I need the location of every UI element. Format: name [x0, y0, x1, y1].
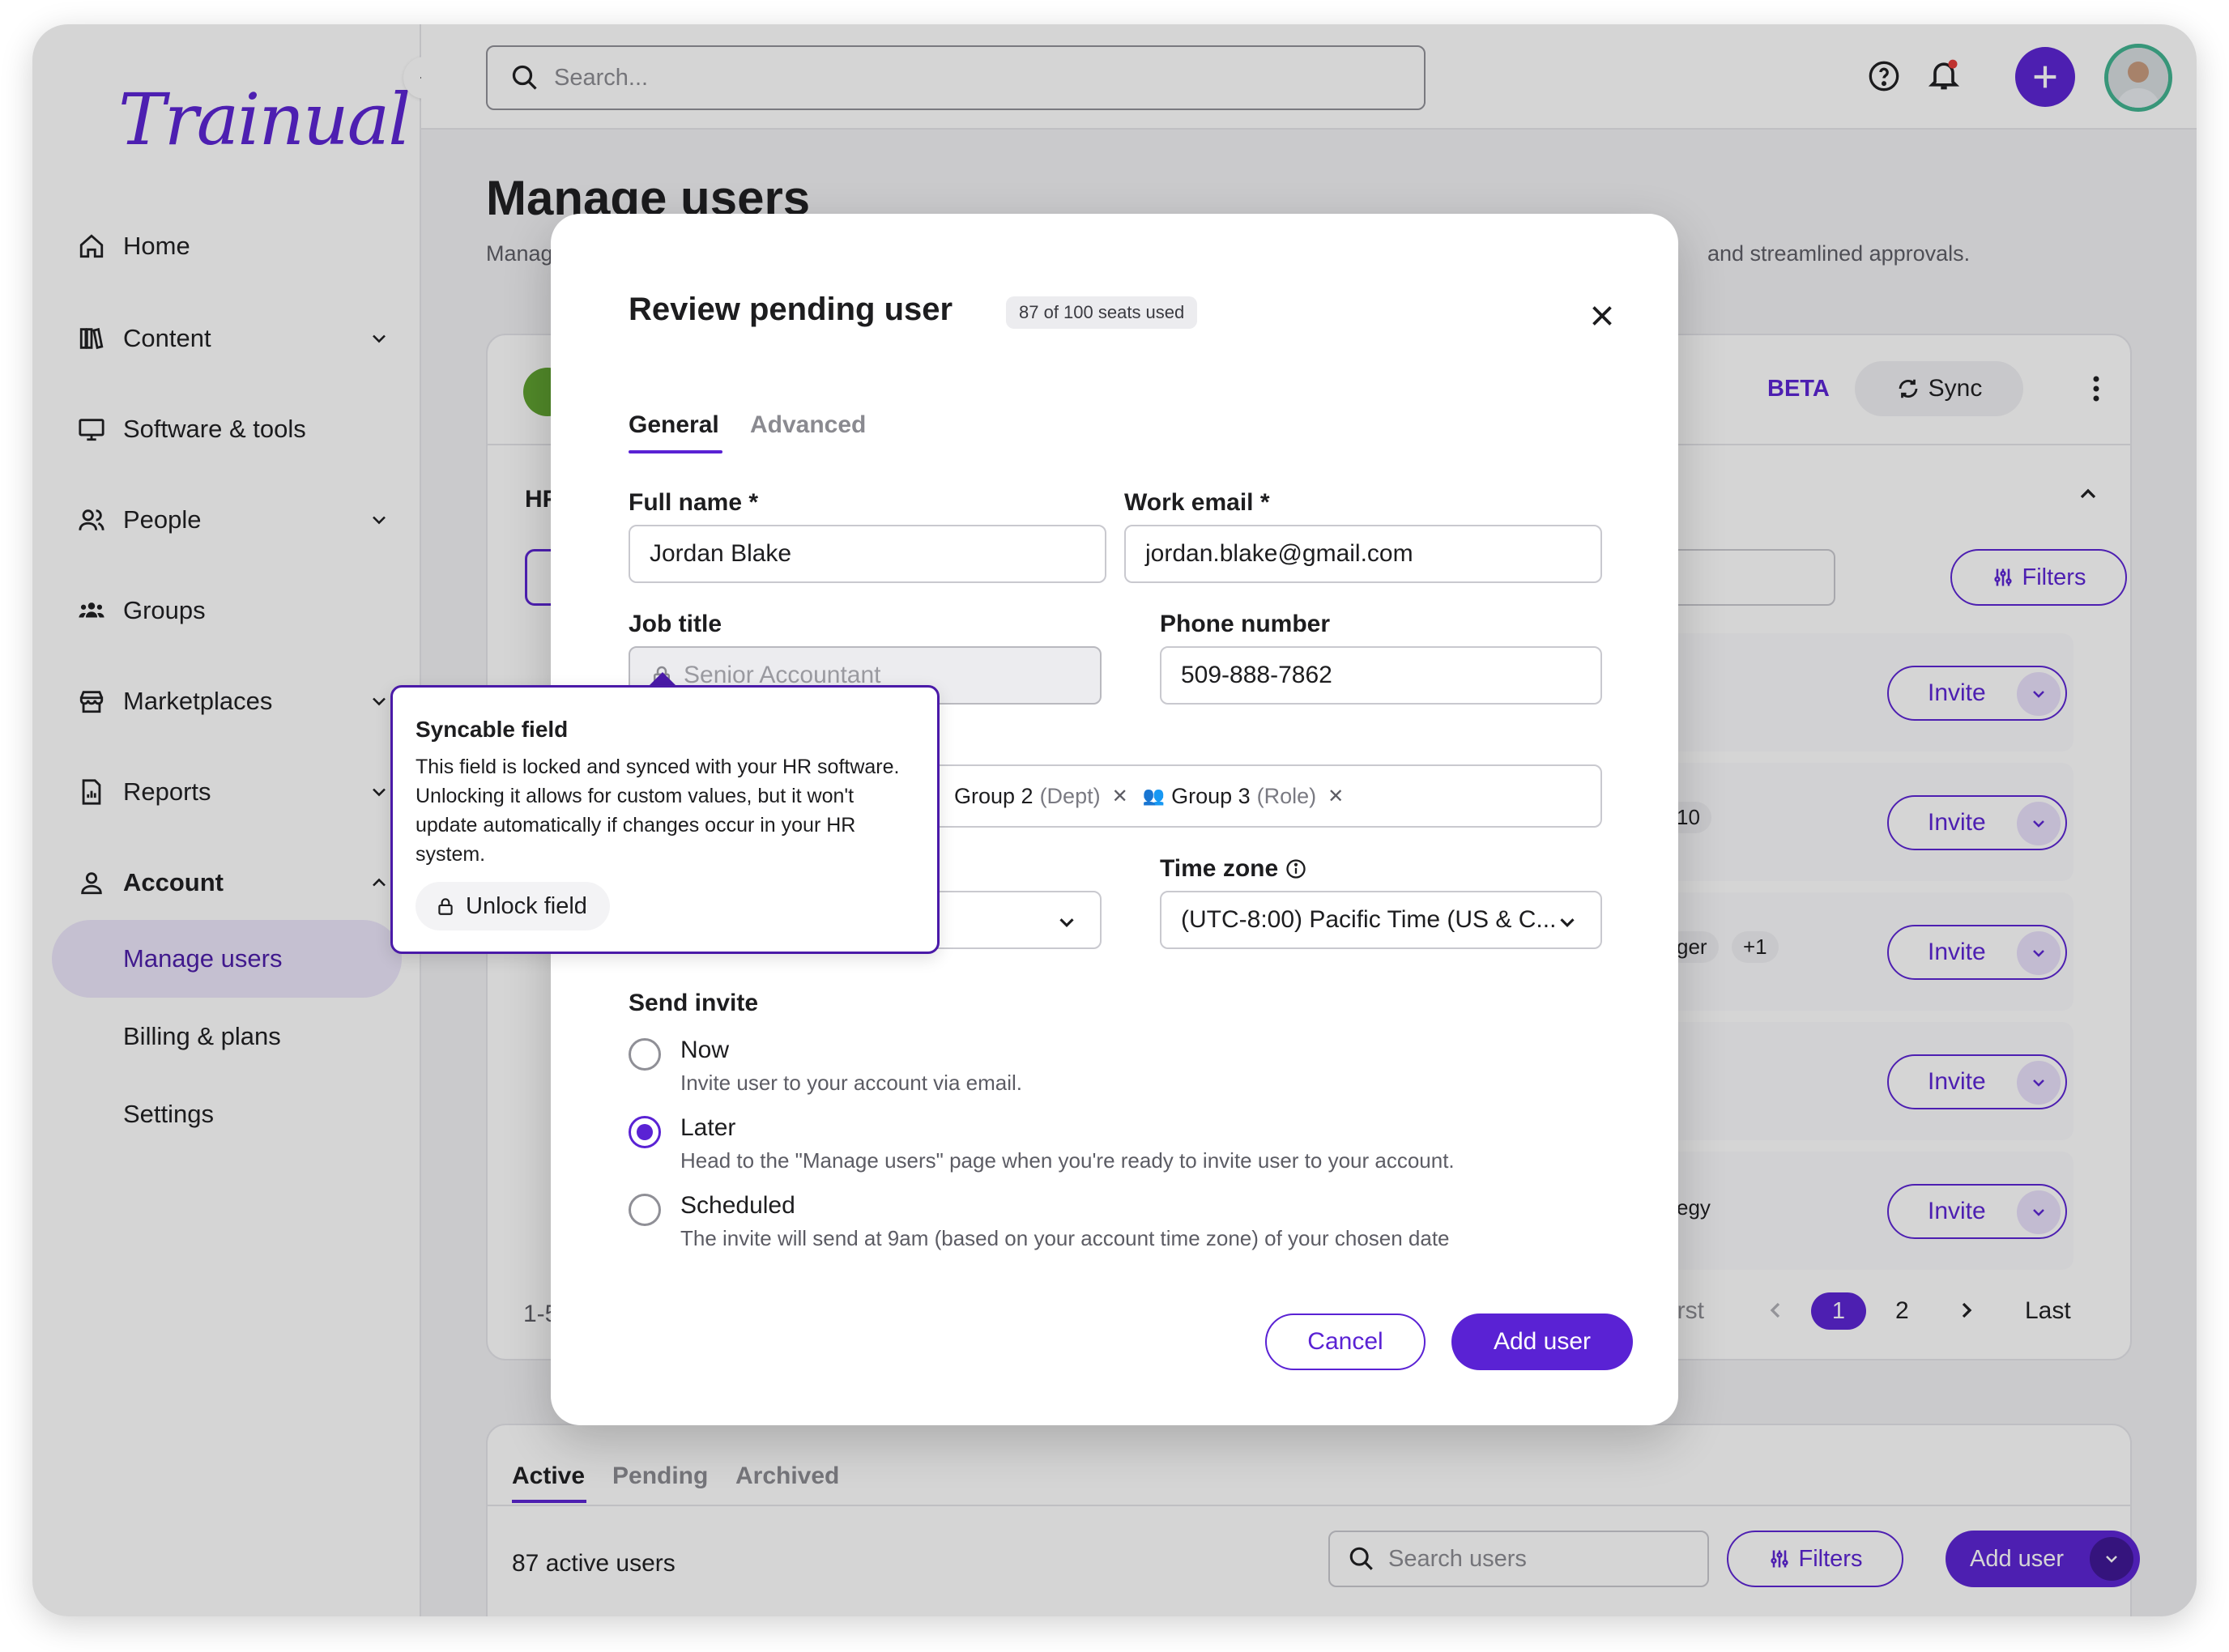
group-icon: 👥: [1142, 786, 1166, 806]
phone-field[interactable]: 509-888-7862: [1160, 646, 1602, 705]
chevron-down-icon[interactable]: [1055, 910, 1079, 941]
radio-scheduled-label[interactable]: Scheduled: [680, 1192, 795, 1220]
timezone-value: (UTC-8:00) Pacific Time (US & C...: [1181, 906, 1557, 933]
popover-body: This field is locked and synced with you…: [416, 756, 900, 866]
modal-title: Review pending user: [629, 292, 953, 327]
info-icon: [1286, 859, 1306, 879]
full-name-label: Full name *: [629, 489, 759, 516]
tab-underline: [629, 450, 722, 453]
add-user-button[interactable]: Add user: [1451, 1314, 1633, 1370]
label-text: Time zone: [1160, 855, 1279, 882]
unlock-field-button[interactable]: Unlock field: [416, 882, 610, 930]
unlock-label: Unlock field: [466, 892, 587, 919]
send-invite-label: Send invite: [629, 990, 759, 1016]
radio-scheduled-desc: The invite will send at 9am (based on yo…: [680, 1226, 1450, 1250]
work-email-label: Work email *: [1124, 489, 1270, 516]
cancel-button[interactable]: Cancel: [1265, 1314, 1426, 1370]
radio-now-label[interactable]: Now: [680, 1037, 729, 1064]
group-chip: 👥 Group 3 (Role) ✕: [1143, 784, 1345, 809]
tab-general[interactable]: General: [629, 411, 719, 439]
close-icon[interactable]: [1588, 301, 1617, 334]
radio-now-desc: Invite user to your account via email.: [680, 1071, 1022, 1095]
lock-icon: [438, 898, 453, 915]
phone-label: Phone number: [1160, 611, 1331, 637]
radio-now[interactable]: [629, 1038, 661, 1071]
radio-later[interactable]: [629, 1116, 661, 1148]
label-text: Full name: [629, 489, 743, 516]
full-name-field[interactable]: Jordan Blake: [629, 525, 1106, 583]
timezone-label: Time zone: [1160, 855, 1307, 883]
job-title-label: Job title: [629, 611, 722, 637]
radio-scheduled[interactable]: [629, 1194, 661, 1226]
seats-badge: 87 of 100 seats used: [1006, 296, 1198, 329]
remove-chip-icon[interactable]: ✕: [1112, 785, 1128, 808]
remove-chip-icon[interactable]: ✕: [1328, 785, 1344, 808]
timezone-select[interactable]: (UTC-8:00) Pacific Time (US & C...: [1160, 891, 1602, 949]
syncable-field-popover: Syncable field This field is locked and …: [390, 685, 940, 954]
chip-type: (Dept): [1039, 783, 1101, 808]
tab-advanced[interactable]: Advanced: [750, 411, 866, 439]
chip-type: (Role): [1256, 783, 1317, 808]
radio-later-desc: Head to the "Manage users" page when you…: [680, 1148, 1455, 1173]
popover-title: Syncable field: [416, 717, 569, 742]
label-text: Work email: [1124, 489, 1254, 516]
group-chip: Group 2 (Dept) ✕: [954, 784, 1128, 809]
chip-label: Group 3: [1171, 783, 1251, 808]
chip-label: Group 2: [954, 783, 1034, 808]
app-window: Trainual Home Content Software & tools P…: [32, 24, 2197, 1616]
chevron-down-icon[interactable]: [1555, 910, 1579, 941]
work-email-field[interactable]: jordan.blake@gmail.com: [1124, 525, 1602, 583]
radio-later-label[interactable]: Later: [680, 1114, 735, 1142]
